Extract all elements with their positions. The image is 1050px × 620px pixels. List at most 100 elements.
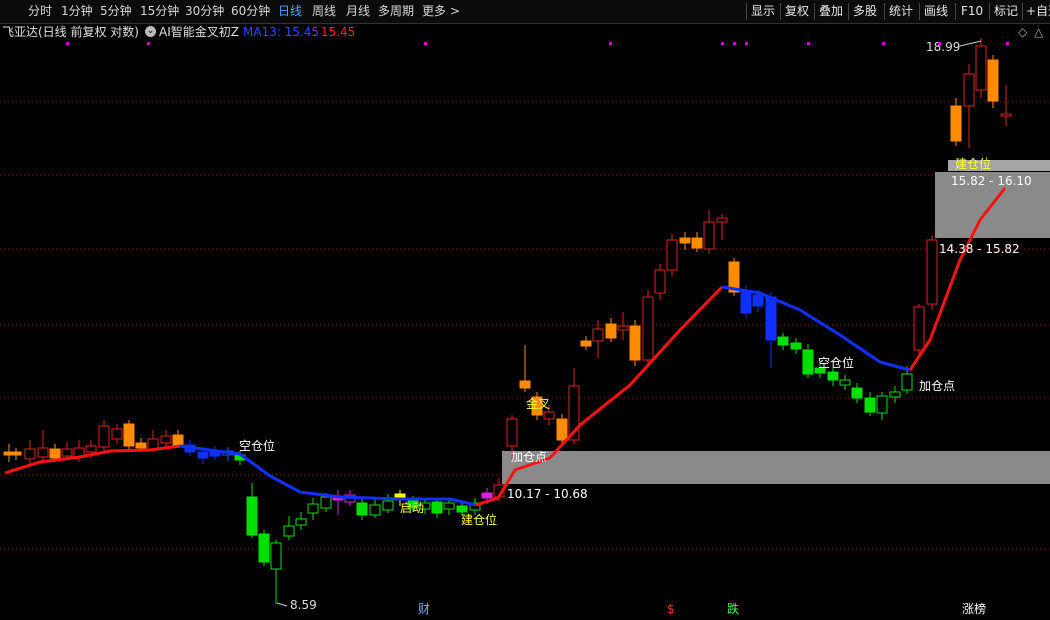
stats-button[interactable]: 统计 <box>889 0 913 23</box>
candle-body <box>605 323 617 339</box>
indicator-bar: 飞亚达(日线 前复权 对数) ⌄ AI智能金叉初Z MA13: 15.45 : … <box>0 23 1050 41</box>
signal-golden-cross: 金叉 <box>526 396 550 411</box>
signal-dot <box>938 42 941 45</box>
candle-body <box>37 447 49 458</box>
zone-range-high: 15.82 - 16.10 <box>951 174 1032 188</box>
candle-body <box>580 340 592 347</box>
candle-body <box>950 105 962 142</box>
low-price-pointer <box>276 602 288 607</box>
candle-body <box>802 349 814 375</box>
zone-add-position <box>502 451 1050 484</box>
tab-30min[interactable]: 30分钟 <box>185 0 224 23</box>
candle-body <box>839 379 851 386</box>
signal-dot <box>882 42 885 45</box>
add-position-label: 加仓点 <box>511 450 547 464</box>
signal-dot <box>745 42 748 45</box>
candle-body <box>469 502 481 511</box>
kline-chart[interactable]: 加仓点 10.17 - 10.68 建仓位 14.38 - 15.82 15.8… <box>0 0 1050 620</box>
candle-body <box>61 448 73 457</box>
stock-title: 飞亚达(日线 前复权 对数) <box>2 25 139 39</box>
candle-body <box>629 325 641 361</box>
draw-button[interactable]: 画线 <box>924 0 948 23</box>
build-position-label-top: 建仓位 <box>955 156 991 171</box>
candle-body <box>160 435 172 444</box>
event-finance-marker[interactable]: 财 <box>418 602 430 616</box>
multi-stock-button[interactable]: 多股 <box>853 0 877 23</box>
zone-range-mid: 14.38 - 15.82 <box>939 242 1020 256</box>
price-zones <box>502 160 1050 484</box>
candle-body <box>246 496 258 536</box>
up-triangle-icon[interactable]: △ <box>1034 23 1043 41</box>
candle-body <box>864 397 876 413</box>
event-limit-up-marker[interactable]: 涨榜 <box>962 601 986 616</box>
candle-body <box>382 500 394 511</box>
candle-body <box>283 525 295 537</box>
divider <box>955 3 956 20</box>
ma-blue-line-2 <box>721 285 911 372</box>
candle-body <box>172 434 184 446</box>
candle-body <box>851 387 863 399</box>
candle-body <box>320 496 332 509</box>
tab-multi-period[interactable]: 多周期 <box>378 0 414 23</box>
candle-body <box>407 500 419 509</box>
tab-daily[interactable]: 日线 <box>278 0 302 23</box>
indicator-settings-icon[interactable]: ⌄ <box>145 26 156 37</box>
candle-body <box>728 261 740 293</box>
high-price-pointer <box>959 40 982 47</box>
divider <box>989 3 990 20</box>
candle-body <box>431 501 443 514</box>
candle-body <box>679 237 691 244</box>
adjust-button[interactable]: 复权 <box>785 0 809 23</box>
divider <box>1022 3 1023 20</box>
candle-body <box>716 217 728 223</box>
signal-dot <box>66 42 69 45</box>
indicator-name[interactable]: AI智能金叉初Z <box>159 23 239 41</box>
signal-start: 启动 <box>400 501 424 515</box>
signal-dot <box>424 42 427 45</box>
candle-body <box>197 451 209 459</box>
candle-body <box>258 533 270 563</box>
candle-body <box>531 396 543 416</box>
candle-body <box>456 505 468 513</box>
tab-monthly[interactable]: 月线 <box>346 0 370 23</box>
tab-weekly[interactable]: 周线 <box>312 0 336 23</box>
candle-body <box>926 239 938 305</box>
candle-body <box>10 451 22 456</box>
signal-dot <box>807 42 810 45</box>
ma-label: MA13: 15.45 <box>243 25 320 39</box>
tab-5min[interactable]: 5分钟 <box>100 0 132 23</box>
overlay-button[interactable]: 叠加 <box>819 0 843 23</box>
candle-body <box>617 325 629 331</box>
tab-more[interactable]: 更多 > <box>422 0 460 23</box>
candle-body <box>975 45 987 91</box>
event-fall-marker[interactable]: 跌 <box>727 601 739 616</box>
candle-body <box>73 447 85 458</box>
candle-body <box>654 269 666 294</box>
ma-red-line-2 <box>475 285 724 507</box>
mark-button[interactable]: 标记 <box>994 0 1018 23</box>
candle-body <box>3 451 15 456</box>
candle-body <box>543 411 555 420</box>
display-button[interactable]: 显示 <box>751 0 775 23</box>
event-dollar-marker[interactable]: $ <box>667 602 675 616</box>
signal-dot <box>721 42 724 45</box>
tab-timeshare[interactable]: 分时 <box>28 0 52 23</box>
candle-body <box>111 428 123 440</box>
add-watchlist-button[interactable]: +自选 <box>1026 0 1050 23</box>
f10-button[interactable]: F10 <box>961 0 983 23</box>
chart-marks: 加仓点 10.17 - 10.68 建仓位 14.38 - 15.82 15.8… <box>66 40 1032 616</box>
candlesticks <box>3 38 1012 604</box>
candle-body <box>913 306 925 351</box>
tab-1min[interactable]: 1分钟 <box>61 0 93 23</box>
candle-body <box>827 371 839 381</box>
tab-15min[interactable]: 15分钟 <box>140 0 179 23</box>
candle-body <box>394 493 406 501</box>
tab-60min[interactable]: 60分钟 <box>231 0 270 23</box>
candle-body <box>642 296 654 361</box>
ma-value: : 15.45 <box>313 25 356 39</box>
candle-body <box>234 454 246 461</box>
low-price-label: 8.59 <box>290 598 317 612</box>
candle-body <box>123 423 135 447</box>
candle-body <box>519 380 531 389</box>
diamond-icon[interactable]: ◇ <box>1018 23 1027 41</box>
